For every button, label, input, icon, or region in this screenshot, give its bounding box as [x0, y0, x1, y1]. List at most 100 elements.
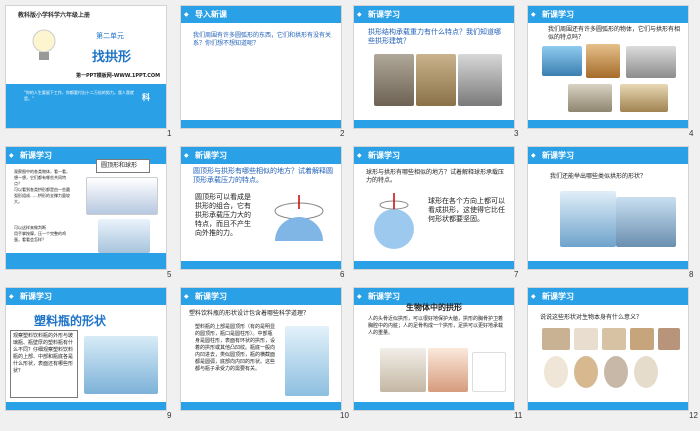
bottles-photo — [84, 336, 158, 394]
slide-thumbnail-11[interactable]: ◆ 新课学习 生物体中的拱形 人的头骨近似拱形，可以很好地保护大脑，拱形的胸骨护卫… — [353, 287, 515, 411]
slide-11-title: 生物体中的拱形 — [406, 303, 462, 312]
building-photo — [374, 54, 414, 106]
header-bullet-icon: ◆ — [357, 152, 362, 159]
station-photo — [458, 54, 502, 106]
slide-footer-bar — [354, 120, 514, 128]
footprint-photo — [472, 352, 506, 392]
header-bullet-icon: ◆ — [184, 293, 189, 300]
slide-header: ◆ 新课学习 — [354, 6, 514, 23]
slide-header: ◆ 导入新课 — [181, 6, 341, 23]
slide-thumbnail-4[interactable]: ◆ 新课学习 我们周围还有许多圆弧形的物体，它们与拱形有相似的特点吗？ — [527, 5, 689, 129]
slide-7-text2: 球形在各个方向上都可以看成拱形，这使得它比任何形状都要坚固。 — [428, 197, 505, 223]
dome-diagram — [269, 191, 329, 255]
slide-header: ◆ 新课学习 — [181, 147, 341, 164]
slide-thumbnail-6[interactable]: ◆ 新课学习 圆顶形与拱形有哪些相似的地方？试着解释圆顶形承载压力的特点。 圆顶形… — [180, 146, 342, 270]
slide-1-site: 第一PPT模板网-WWW.1PPT.COM — [76, 73, 161, 79]
slide-footer-bar — [528, 120, 688, 128]
slide-number: 11 — [514, 411, 523, 420]
slide-header: ◆ 新课学习 — [528, 147, 688, 164]
slide-thumbnail-3[interactable]: ◆ 新课学习 拱形结构承载重力有什么特点？我们知道哪些拱形建筑？ — [353, 5, 515, 129]
slide-thumbnail-9[interactable]: ◆ 新课学习 塑料瓶的形状 观察塑料饮料瓶的外形与玻璃瓶、瓶壁厚的塑料瓶有什么不同… — [5, 287, 167, 411]
palace-photo — [620, 84, 668, 112]
arch-photo — [416, 54, 456, 106]
slide-number: 3 — [514, 129, 519, 138]
header-bullet-icon: ◆ — [357, 11, 362, 18]
slide-6-text2: 圆顶形可以看成是拱形的组合，它有拱形承载压力大的特点，而且不产生向外推的力。 — [195, 193, 251, 237]
slide-1-title: 找拱形 — [92, 50, 132, 65]
header-bullet-icon: ◆ — [531, 293, 536, 300]
slide-5-label-box: 圆顶形和球形 — [96, 159, 150, 173]
slide-1-unit: 第二单元 — [96, 32, 124, 40]
slide-thumbnail-2[interactable]: ◆ 导入新课 我们周围有许多圆弧形的东西，它们和拱形有没有关系？你们想不想知道呢？ — [180, 5, 342, 129]
header-bullet-icon: ◆ — [184, 152, 189, 159]
slide-1-top-text: 教科版小学科学六年级上册 — [18, 12, 91, 19]
slide-11-text: 人的头骨近似拱形，可以很好地保护大脑，拱形的胸骨护卫着胸腔中的内脏；人的足骨构成… — [368, 316, 504, 336]
egg-photo-3 — [604, 356, 628, 388]
egg-photo — [544, 356, 568, 388]
slide-header: ◆ 新课学习 — [528, 6, 688, 23]
slide-6-text: 圆顶形与拱形有哪些相似的地方？试着解释圆顶形承载压力的特点。 — [193, 167, 333, 184]
lightbulb-icon — [31, 28, 57, 62]
shell-photo-2 — [574, 328, 598, 350]
slide-5-text2: 可以这样来做判断 用手掌按摩，压一个完整的鸡蛋，看看会怎样？ — [14, 225, 66, 242]
shell-photo-5 — [658, 328, 680, 350]
shell-photo-4 — [630, 328, 654, 350]
foot-bone-photo — [380, 348, 426, 392]
slide-number: 8 — [689, 270, 694, 279]
slide-number: 1 — [167, 129, 172, 138]
slide-4-text: 我们周围还有许多圆弧形的物体，它们与拱形有相似的特点吗？ — [548, 26, 681, 41]
temple-photo — [586, 44, 620, 78]
slide-7-text: 球形与拱形有哪些相似的地方？试着解释球形承载压力的特点。 — [366, 169, 505, 184]
slide-footer-bar — [354, 402, 514, 410]
slide-number: 2 — [340, 129, 345, 138]
slide-thumbnail-7[interactable]: ◆ 新课学习 球形与拱形有哪些相似的地方？试着解释球形承载压力的特点。 球形在各个… — [353, 146, 515, 270]
header-bullet-icon: ◆ — [9, 152, 14, 159]
slide-number: 12 — [689, 411, 698, 420]
slide-thumbnail-5[interactable]: ◆ 新课学习 圆顶形和球形 观察图中的各类物体，看一看，想一想，它们都有哪些共同特… — [5, 146, 167, 270]
slide-10-text: 塑料饮料瓶的形状设计包含着哪些科学道理？ — [189, 310, 310, 317]
mosque-photo — [568, 84, 612, 112]
slide-footer-bar — [528, 402, 688, 410]
slide-9-text-box: 观察塑料饮料瓶的外形与玻璃瓶、瓶壁厚的塑料瓶有什么不同？仔细观察塑料饮料瓶的上部… — [10, 330, 78, 398]
sphere-diagram — [366, 189, 422, 253]
slide-footer-bar — [528, 261, 688, 269]
slide-number: 6 — [340, 270, 345, 279]
slide-footer-bar — [181, 261, 341, 269]
container-photo — [86, 177, 158, 215]
slide-8-text: 我们还能举出哪些类似拱形的形状？ — [550, 173, 647, 180]
slide-footer-bar — [6, 253, 166, 269]
slide-3-text: 拱形结构承载重力有什么特点？我们知道哪些拱形建筑？ — [368, 28, 501, 45]
bottle-photo — [285, 326, 329, 396]
slide-thumbnail-1[interactable]: 教科版小学科学六年级上册 第二单元 找拱形 第一PPT模板网-WWW.1PPT.… — [5, 5, 167, 129]
slide-12-text: 说说这些形状对生物本身有什么意义？ — [540, 314, 643, 321]
slide-thumbnail-12[interactable]: ◆ 新课学习 说说这些形状对生物本身有什么意义？ — [527, 287, 689, 411]
slide-header: ◆ 新课学习 — [181, 288, 341, 305]
slide-header: ◆ 新课学习 — [6, 288, 166, 305]
opera-house-photo — [542, 46, 582, 76]
slide-1-tag: 科 — [142, 93, 150, 102]
egg-photo-4 — [634, 356, 658, 388]
slide-number: 5 — [167, 270, 172, 279]
slide-footer-bar — [6, 402, 166, 410]
slide-thumbnail-8[interactable]: ◆ 新课学习 我们还能举出哪些类似拱形的形状？ — [527, 146, 689, 270]
header-bullet-icon: ◆ — [531, 11, 536, 18]
slide-10-text2: 塑料瓶的上部是圆顶形（有的是明显的圆顶形，瓶口是圆柱形）。中部瓶身是圆柱形，表面… — [195, 324, 276, 372]
slide-footer-bar — [181, 402, 341, 410]
header-bullet-icon: ◆ — [357, 293, 362, 300]
slide-number: 9 — [167, 411, 172, 420]
egg-photo-2 — [574, 356, 598, 388]
slide-thumbnail-10[interactable]: ◆ 新课学习 塑料饮料瓶的形状设计包含着哪些科学道理？ 塑料瓶的上部是圆顶形（有的… — [180, 287, 342, 411]
dome-photo — [626, 46, 676, 78]
slide-2-text: 我们周围有许多圆弧形的东西，它们和拱形有没有关系？你们想不想知道呢？ — [193, 32, 332, 47]
slide-footer-bar — [354, 261, 514, 269]
slide-9-title: 塑料瓶的形状 — [34, 314, 107, 328]
header-bullet-icon: ◆ — [9, 293, 14, 300]
slide-5-text: 观察图中的各类物体，看一看，想一想，它们都有哪些共同特点？ 可以看到各类拱形都是… — [14, 169, 70, 204]
slide-header: ◆ 新课学习 — [528, 288, 688, 305]
slide-number: 10 — [340, 411, 349, 420]
slide-header: ◆ 新课学习 — [354, 147, 514, 164]
shell-photo — [542, 328, 570, 350]
foot-section-photo — [428, 348, 468, 392]
opera-house-photo — [560, 191, 616, 247]
dome-building-photo — [616, 197, 676, 247]
